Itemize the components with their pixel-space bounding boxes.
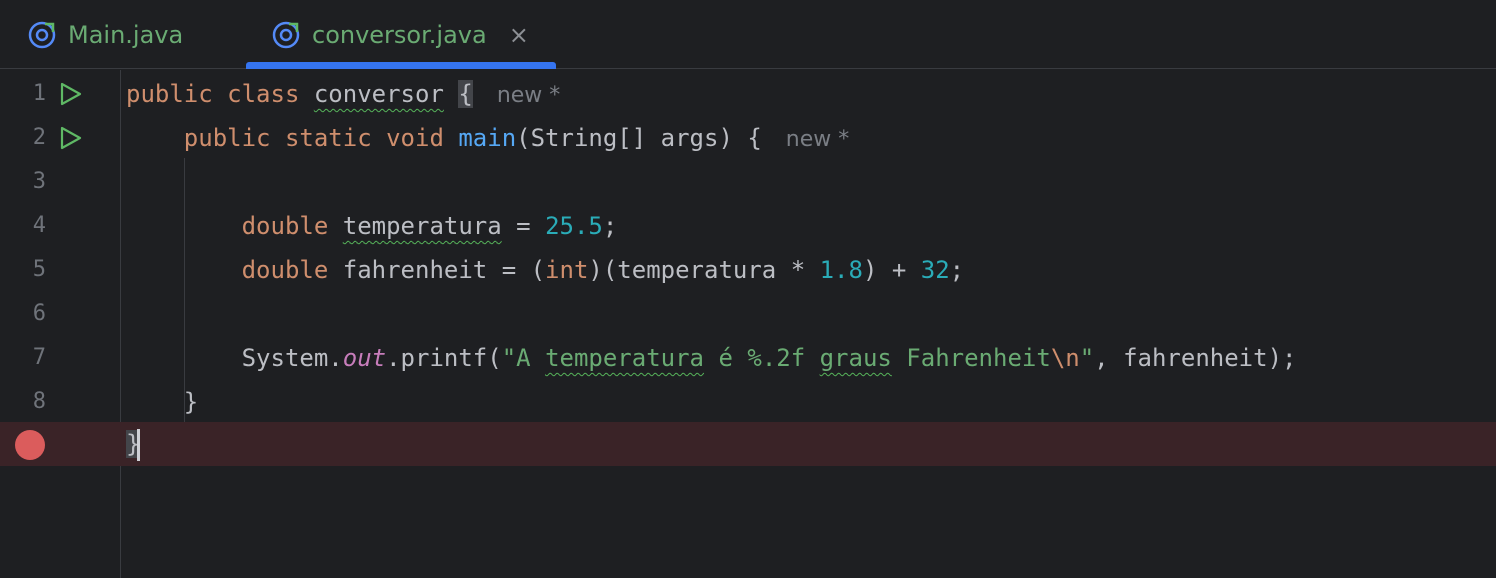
inlay-hint: new * [785,127,850,152]
editor-tab-bar: Main.java conversor.java × [0,0,1496,69]
code-line-3: 3 [0,160,1496,204]
code-text: double fahrenheit = (int)(temperatura * … [241,256,965,284]
java-class-icon [28,21,56,48]
tab-label: conversor.java [312,20,487,49]
line-number: 8 [32,389,46,414]
line-number: 5 [32,257,46,282]
code-text: } [126,422,141,466]
tab-label: Main.java [68,20,184,49]
line-number: 1 [32,81,46,106]
line-number: 2 [32,125,46,150]
code-line-2: 2 public static void main(String[] args)… [0,116,1496,160]
code-text: public static void main(String[] args) {… [183,124,850,152]
text-caret [137,429,141,461]
code-line-4: 4 double temperatura = 25.5; [0,204,1496,248]
code-line-7: 7 System.out.printf("A temperatura é %.2… [0,336,1496,380]
code-line-8: 8 } [0,380,1496,424]
run-icon[interactable] [58,82,82,106]
java-class-icon [272,21,300,48]
code-text: } [183,388,199,416]
tab-conversor-java[interactable]: conversor.java × [270,0,529,69]
code-text: double temperatura = 25.5; [241,212,618,240]
code-line-1: 1 public class conversor {new * [0,72,1496,116]
run-icon[interactable] [58,126,82,150]
code-line-5: 5 double fahrenheit = (int)(temperatura … [0,248,1496,292]
code-editor[interactable]: 1 public class conversor {new * 2 public… [0,70,1496,578]
line-number: 6 [32,301,46,326]
line-number: 3 [32,169,46,194]
line-number: 4 [32,213,46,238]
code-text: System.out.printf("A temperatura é %.2f … [241,344,1297,372]
breakpoint-icon[interactable] [15,430,45,460]
inlay-hint: new * [496,83,561,108]
code-line-9: } [0,422,1496,466]
code-line-6: 6 [0,292,1496,336]
line-number: 7 [32,345,46,370]
code-text: public class conversor {new * [126,80,561,108]
tab-main-java[interactable]: Main.java [26,0,183,69]
active-tab-indicator [246,62,556,69]
close-tab-icon[interactable]: × [509,21,529,49]
